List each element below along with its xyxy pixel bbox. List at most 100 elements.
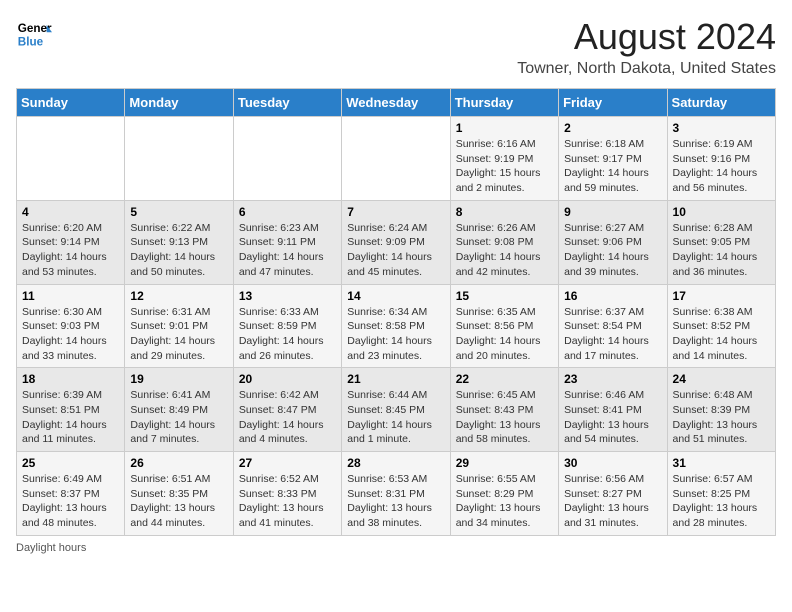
day-info: Sunrise: 6:31 AMSunset: 9:01 PMDaylight:…: [130, 305, 227, 364]
calendar-cell: 19Sunrise: 6:41 AMSunset: 8:49 PMDayligh…: [125, 368, 233, 452]
day-number: 5: [130, 205, 227, 219]
day-number: 17: [673, 289, 770, 303]
weekday-header-cell: Monday: [125, 89, 233, 117]
calendar-cell: [125, 117, 233, 201]
day-info: Sunrise: 6:24 AMSunset: 9:09 PMDaylight:…: [347, 221, 444, 280]
day-number: 13: [239, 289, 336, 303]
weekday-header-cell: Saturday: [667, 89, 775, 117]
day-number: 29: [456, 456, 553, 470]
calendar-cell: 18 Sunrise: 6:39 AMSunset: 8:51 PMDayligh…: [17, 368, 125, 452]
calendar-cell: 10 Sunrise: 6:28 AMSunset: 9:05 PMDayligh…: [667, 200, 775, 284]
calendar-cell: 14 Sunrise: 6:34 AMSunset: 8:58 PMDayligh…: [342, 284, 450, 368]
weekday-header-cell: Wednesday: [342, 89, 450, 117]
day-number: 14: [347, 289, 444, 303]
calendar-week-row: 18 Sunrise: 6:39 AMSunset: 8:51 PMDayligh…: [17, 368, 776, 452]
day-info: Sunrise: 6:16 AMSunset: 9:19 PMDaylight:…: [456, 137, 553, 196]
day-number: 27: [239, 456, 336, 470]
day-info: Sunrise: 6:26 AMSunset: 9:08 PMDaylight:…: [456, 221, 553, 280]
calendar-cell: 5 Sunrise: 6:22 AMSunset: 9:13 PMDaylight…: [125, 200, 233, 284]
day-number: 8: [456, 205, 553, 219]
calendar-cell: 23 Sunrise: 6:46 AMSunset: 8:41 PMDayligh…: [559, 368, 667, 452]
day-info: Sunrise: 6:52 AMSunset: 8:33 PMDaylight:…: [239, 472, 336, 531]
day-info: Sunrise: 6:48 AMSunset: 8:39 PMDaylight:…: [673, 388, 770, 447]
title-block: August 2024 Towner, North Dakota, United…: [517, 16, 776, 78]
calendar-cell: 27 Sunrise: 6:52 AMSunset: 8:33 PMDayligh…: [233, 452, 341, 536]
calendar-table: SundayMondayTuesdayWednesdayThursdayFrid…: [16, 88, 776, 536]
calendar-cell: 13 Sunrise: 6:33 AMSunset: 8:59 PMDayligh…: [233, 284, 341, 368]
calendar-cell: [17, 117, 125, 201]
calendar-cell: 4 Sunrise: 6:20 AMSunset: 9:14 PMDaylight…: [17, 200, 125, 284]
calendar-cell: [342, 117, 450, 201]
calendar-cell: 1 Sunrise: 6:16 AMSunset: 9:19 PMDaylight…: [450, 117, 558, 201]
day-number: 15: [456, 289, 553, 303]
calendar-cell: [233, 117, 341, 201]
page-header: General Blue August 2024 Towner, North D…: [16, 16, 776, 78]
calendar-week-row: 4 Sunrise: 6:20 AMSunset: 9:14 PMDaylight…: [17, 200, 776, 284]
day-info: Sunrise: 6:22 AMSunset: 9:13 PMDaylight:…: [130, 221, 227, 280]
calendar-subtitle: Towner, North Dakota, United States: [517, 60, 776, 78]
calendar-cell: 29 Sunrise: 6:55 AMSunset: 8:29 PMDayligh…: [450, 452, 558, 536]
day-number: 26: [130, 456, 227, 470]
calendar-cell: 9Sunrise: 6:27 AMSunset: 9:06 PMDaylight…: [559, 200, 667, 284]
day-info: Sunrise: 6:44 AMSunset: 8:45 PMDaylight:…: [347, 388, 444, 447]
calendar-week-row: 1 Sunrise: 6:16 AMSunset: 9:19 PMDaylight…: [17, 117, 776, 201]
day-info: Sunrise: 6:46 AMSunset: 8:41 PMDaylight:…: [564, 388, 661, 447]
calendar-cell: 21 Sunrise: 6:44 AMSunset: 8:45 PMDayligh…: [342, 368, 450, 452]
day-info: Sunrise: 6:38 AMSunset: 8:52 PMDaylight:…: [673, 305, 770, 364]
day-info: Sunrise: 6:28 AMSunset: 9:05 PMDaylight:…: [673, 221, 770, 280]
logo-icon: General Blue: [16, 16, 52, 52]
weekday-header-row: SundayMondayTuesdayWednesdayThursdayFrid…: [17, 89, 776, 117]
calendar-cell: 28 Sunrise: 6:53 AMSunset: 8:31 PMDayligh…: [342, 452, 450, 536]
weekday-header-cell: Tuesday: [233, 89, 341, 117]
day-number: 23: [564, 372, 661, 386]
day-info: Sunrise: 6:39 AMSunset: 8:51 PMDaylight:…: [22, 388, 119, 447]
calendar-body: 1 Sunrise: 6:16 AMSunset: 9:19 PMDaylight…: [17, 117, 776, 536]
calendar-cell: 2Sunrise: 6:18 AMSunset: 9:17 PMDaylight…: [559, 117, 667, 201]
day-number: 16: [564, 289, 661, 303]
logo: General Blue: [16, 16, 52, 52]
day-info: Sunrise: 6:18 AMSunset: 9:17 PMDaylight:…: [564, 137, 661, 196]
footer-note: Daylight hours: [16, 542, 776, 554]
calendar-cell: 3 Sunrise: 6:19 AMSunset: 9:16 PMDaylight…: [667, 117, 775, 201]
day-info: Sunrise: 6:23 AMSunset: 9:11 PMDaylight:…: [239, 221, 336, 280]
day-number: 30: [564, 456, 661, 470]
day-number: 12: [130, 289, 227, 303]
day-number: 18: [22, 372, 119, 386]
day-number: 11: [22, 289, 119, 303]
calendar-cell: 6 Sunrise: 6:23 AMSunset: 9:11 PMDaylight…: [233, 200, 341, 284]
weekday-header-cell: Thursday: [450, 89, 558, 117]
day-info: Sunrise: 6:34 AMSunset: 8:58 PMDaylight:…: [347, 305, 444, 364]
day-info: Sunrise: 6:55 AMSunset: 8:29 PMDaylight:…: [456, 472, 553, 531]
day-number: 1: [456, 121, 553, 135]
day-number: 6: [239, 205, 336, 219]
day-info: Sunrise: 6:27 AMSunset: 9:06 PMDaylight:…: [564, 221, 661, 280]
day-info: Sunrise: 6:30 AMSunset: 9:03 PMDaylight:…: [22, 305, 119, 364]
day-number: 3: [673, 121, 770, 135]
day-number: 4: [22, 205, 119, 219]
calendar-cell: 17 Sunrise: 6:38 AMSunset: 8:52 PMDayligh…: [667, 284, 775, 368]
day-info: Sunrise: 6:35 AMSunset: 8:56 PMDaylight:…: [456, 305, 553, 364]
day-number: 21: [347, 372, 444, 386]
calendar-cell: 20Sunrise: 6:42 AMSunset: 8:47 PMDayligh…: [233, 368, 341, 452]
calendar-cell: 12 Sunrise: 6:31 AMSunset: 9:01 PMDayligh…: [125, 284, 233, 368]
svg-text:Blue: Blue: [18, 36, 44, 49]
calendar-title: August 2024: [517, 16, 776, 58]
day-number: 28: [347, 456, 444, 470]
day-info: Sunrise: 6:49 AMSunset: 8:37 PMDaylight:…: [22, 472, 119, 531]
day-info: Sunrise: 6:51 AMSunset: 8:35 PMDaylight:…: [130, 472, 227, 531]
day-number: 10: [673, 205, 770, 219]
calendar-cell: 15 Sunrise: 6:35 AMSunset: 8:56 PMDayligh…: [450, 284, 558, 368]
day-info: Sunrise: 6:53 AMSunset: 8:31 PMDaylight:…: [347, 472, 444, 531]
calendar-cell: 16 Sunrise: 6:37 AMSunset: 8:54 PMDayligh…: [559, 284, 667, 368]
day-info: Sunrise: 6:20 AMSunset: 9:14 PMDaylight:…: [22, 221, 119, 280]
day-number: 20: [239, 372, 336, 386]
calendar-cell: 8 Sunrise: 6:26 AMSunset: 9:08 PMDaylight…: [450, 200, 558, 284]
calendar-week-row: 11 Sunrise: 6:30 AMSunset: 9:03 PMDayligh…: [17, 284, 776, 368]
day-info: Sunrise: 6:19 AMSunset: 9:16 PMDaylight:…: [673, 137, 770, 196]
day-info: Sunrise: 6:33 AMSunset: 8:59 PMDaylight:…: [239, 305, 336, 364]
day-number: 22: [456, 372, 553, 386]
day-info: Sunrise: 6:57 AMSunset: 8:25 PMDaylight:…: [673, 472, 770, 531]
calendar-week-row: 25Sunrise: 6:49 AMSunset: 8:37 PMDayligh…: [17, 452, 776, 536]
day-info: Sunrise: 6:37 AMSunset: 8:54 PMDaylight:…: [564, 305, 661, 364]
day-info: Sunrise: 6:45 AMSunset: 8:43 PMDaylight:…: [456, 388, 553, 447]
